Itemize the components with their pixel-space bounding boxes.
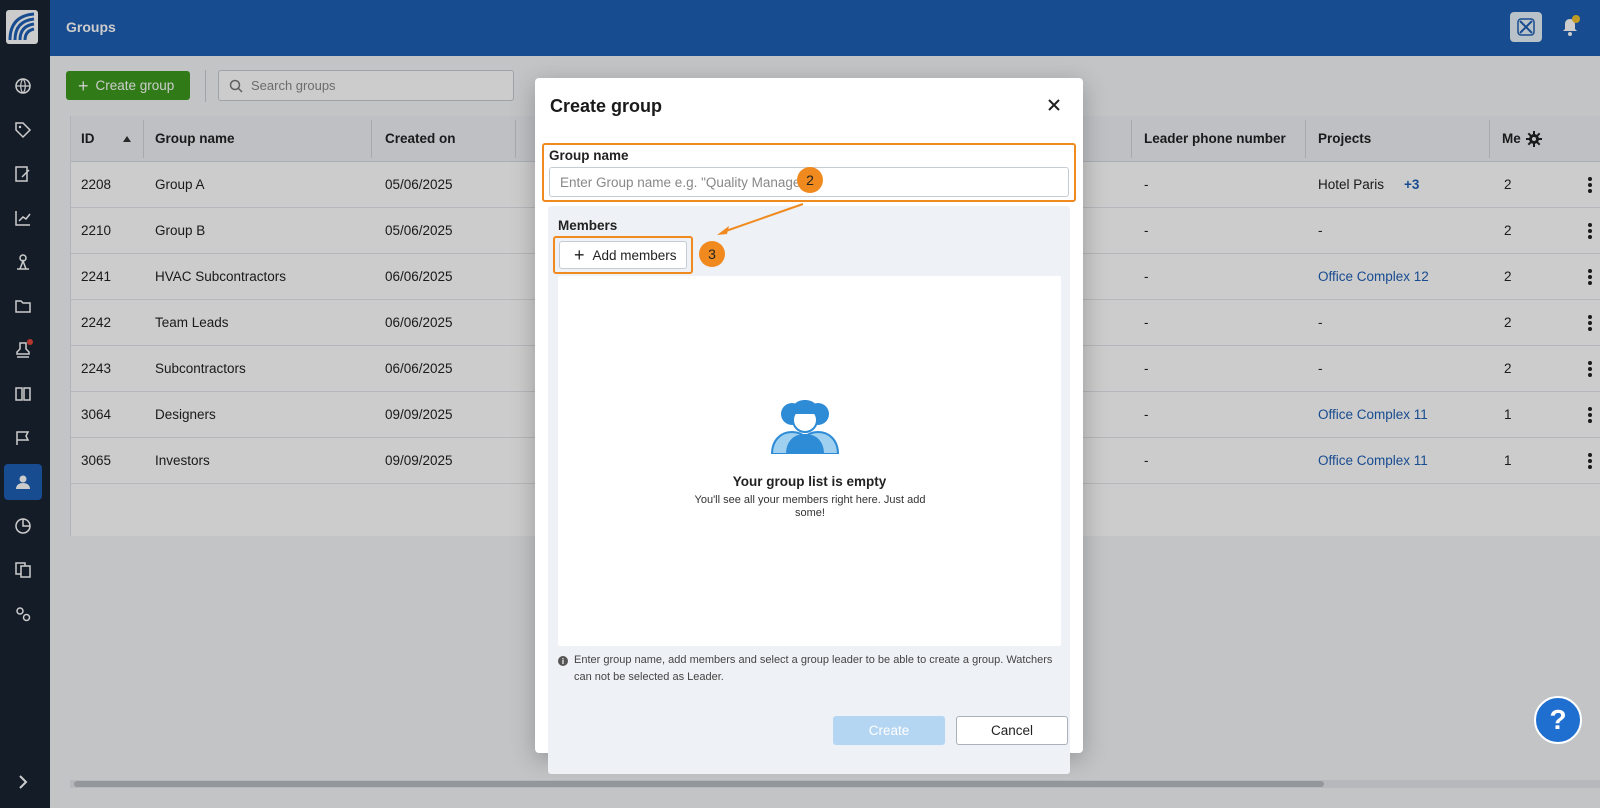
help-button[interactable]: ? [1534, 696, 1582, 744]
info-note: i Enter group name, add members and sele… [558, 652, 1058, 686]
empty-subtitle: You'll see all your members right here. … [694, 494, 926, 519]
create-button[interactable]: Create [833, 716, 945, 745]
help-icon: ? [1549, 704, 1567, 735]
cancel-button[interactable]: Cancel [956, 716, 1068, 745]
group-name-placeholder: Enter Group name e.g. "Quality Manager" [560, 174, 810, 190]
close-icon[interactable] [1045, 96, 1063, 114]
annotation-arrow-icon [717, 203, 804, 235]
empty-title: Your group list is empty [732, 474, 887, 489]
step-badge: 2 [797, 167, 823, 193]
modal-backdrop-sidebar [0, 0, 50, 808]
members-list-empty: Your group list is empty You'll see all … [558, 276, 1061, 646]
step-badge: 3 [699, 241, 725, 267]
add-members-button[interactable]: + Add members [559, 241, 687, 269]
people-illustration-icon [770, 400, 840, 454]
plus-icon: + [574, 245, 585, 265]
members-label: Members [558, 218, 618, 233]
info-note-text: Enter group name, add members and select… [574, 654, 1053, 683]
info-icon: i [558, 656, 568, 666]
dialog-title: Create group [550, 96, 663, 116]
create-group-dialog: Create group Group name Enter Group name… [535, 78, 1083, 774]
add-members-label: Add members [592, 247, 677, 263]
group-name-label: Group name [549, 148, 629, 163]
